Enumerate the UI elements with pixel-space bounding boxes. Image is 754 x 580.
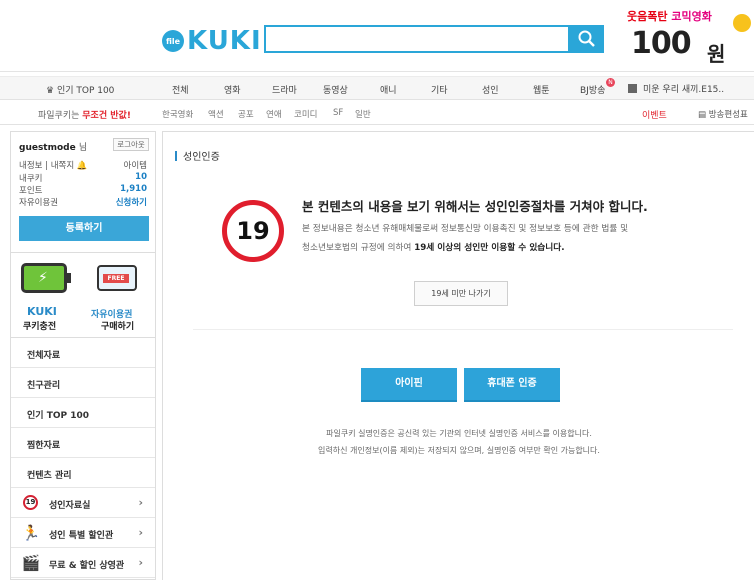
- promo-banner[interactable]: 웃음폭탄 코믹영화 100 원: [625, 6, 754, 70]
- sub-nav: 파일쿠키는 무조건 반값! 한국영화 액션 공포 연애 코미디 SF 일반 이벤…: [0, 101, 754, 125]
- register-button[interactable]: 등록하기: [19, 216, 149, 241]
- nav-item-anime[interactable]: 애니: [380, 83, 397, 96]
- news-ticker[interactable]: 미운 우리 새끼.E15..: [628, 82, 724, 95]
- menu-wishlist[interactable]: 찜한자료: [11, 428, 155, 458]
- nav-item-adult[interactable]: 성인: [482, 83, 499, 96]
- nav-item-all[interactable]: 전체: [172, 83, 189, 96]
- pass-apply-link[interactable]: 신청하기: [116, 196, 147, 208]
- pass-sub: 구매하기: [101, 322, 135, 332]
- menu-friends[interactable]: 친구관리: [11, 368, 155, 398]
- user-name: guestmode 님: [19, 143, 88, 153]
- main-nav: ♛ 인기 TOP 100 전체 영화 드라마 동영상 애니 기타 성인 웹툰 B…: [0, 76, 754, 100]
- genre-korean[interactable]: 한국영화: [162, 108, 193, 120]
- search-button[interactable]: [570, 25, 604, 53]
- main-content: 성인인증 19 본 컨텐츠의 내용을 보기 위해서는 성인인증절차를 거쳐야 합…: [162, 131, 754, 580]
- running-figure-icon: 🏃: [21, 524, 41, 542]
- phone-auth-button[interactable]: 휴대폰 인증: [464, 368, 560, 400]
- menu-top100[interactable]: 인기 TOP 100: [11, 398, 155, 428]
- logout-button[interactable]: 로그아웃: [113, 138, 149, 151]
- genre-action[interactable]: 액션: [208, 108, 224, 120]
- shortcut-box: ⚡ KUKI 쿠키충전 FREE 자유이용권 구매하기: [11, 252, 155, 338]
- nav-item-video[interactable]: 동영상: [323, 83, 348, 96]
- promo-line1-mid: 폭탄: [647, 10, 668, 23]
- menu-adult-discount[interactable]: 🏃 성인 특별 할인관 ›: [11, 518, 155, 548]
- genre-sf[interactable]: SF: [333, 108, 343, 118]
- sub-promo[interactable]: 파일쿠키는 무조건 반값!: [38, 108, 131, 121]
- menu-content-manage[interactable]: 컨텐츠 관리: [11, 458, 155, 488]
- nav-top100[interactable]: ♛ 인기 TOP 100: [46, 83, 114, 96]
- chevron-right-icon: ›: [138, 496, 143, 509]
- age-19-icon: 19: [222, 200, 284, 262]
- site-header: file KUKI 웃음폭탄 코믹영화 100 원: [0, 0, 754, 72]
- search-input[interactable]: [264, 25, 570, 53]
- nav-item-webtoon[interactable]: 웹툰: [533, 83, 550, 96]
- genre-comedy[interactable]: 코미디: [294, 108, 317, 120]
- notice-body: 본 정보내용은 청소년 유해매체물로써 정보통신망 이용촉진 및 정보보호 등에…: [302, 224, 629, 253]
- auth-note-1: 파일쿠키 실명인증은 공신력 있는 기관의 인터넷 실명인증 서비스를 이용합니…: [326, 429, 592, 438]
- charge-title: KUKI: [27, 305, 57, 318]
- broadcast-link[interactable]: ▤ 방송편성표: [698, 108, 748, 120]
- under19-exit-button[interactable]: 19세 미만 나가기: [414, 281, 508, 306]
- event-link[interactable]: 이벤트: [642, 108, 667, 121]
- menu-adult-room[interactable]: 19 성인자료실 ›: [11, 488, 155, 518]
- auth-note-2: 입력하신 개인정보(이름 제외)는 저장되지 않으며, 실명인증 여부만 확인 …: [318, 446, 600, 455]
- nav-item-etc[interactable]: 기타: [431, 83, 448, 96]
- bell-icon: 🔔: [76, 161, 88, 171]
- cookie-label: 내쿠키: [19, 174, 43, 184]
- genre-horror[interactable]: 공포: [238, 108, 254, 120]
- promo-line1-red: 웃음: [627, 10, 648, 23]
- sidebar: guestmode 님 로그아웃 내정보 | 내쪽지 🔔 아이템 내쿠키 10 …: [10, 131, 156, 580]
- divider: [193, 329, 733, 330]
- chevron-right-icon: ›: [138, 556, 143, 569]
- genre-romance[interactable]: 연애: [266, 108, 282, 120]
- chevron-right-icon: ›: [138, 526, 143, 539]
- logo-file-badge: file: [162, 30, 184, 52]
- new-badge: N: [606, 78, 615, 87]
- charge-sub: 쿠키충전: [23, 322, 57, 332]
- cookie-value: 10: [135, 172, 147, 182]
- genre-general[interactable]: 일반: [355, 108, 371, 120]
- logo-text: KUKI: [187, 26, 262, 56]
- site-logo[interactable]: file KUKI: [162, 26, 262, 56]
- clapperboard-icon: 🎬: [21, 554, 41, 572]
- smiley-icon: [733, 14, 751, 32]
- point-label: 포인트: [19, 186, 43, 196]
- promo-won: 원: [707, 42, 726, 66]
- nav-item-bj[interactable]: BJ방송: [580, 83, 605, 96]
- ipin-auth-button[interactable]: 아이핀: [361, 368, 457, 400]
- free-card-icon: FREE: [97, 265, 137, 291]
- pass-label: 자유이용권: [19, 198, 59, 208]
- notice-heading: 본 컨텐츠의 내용을 보기 위해서는 성인인증절차를 거쳐야 합니다.: [302, 199, 648, 214]
- promo-line1-pink: 코믹영화: [671, 10, 712, 23]
- nav-item-movie[interactable]: 영화: [224, 83, 241, 96]
- ticker-icon: [628, 84, 637, 93]
- adult-19-icon: 19: [23, 495, 38, 510]
- point-value: 1,910: [120, 184, 147, 194]
- search-icon: [578, 30, 595, 47]
- nav-item-drama[interactable]: 드라마: [272, 83, 297, 96]
- page-title: 성인인증: [175, 148, 220, 163]
- menu-free-cinema[interactable]: 🎬 무료 & 할인 상영관 ›: [11, 548, 155, 578]
- battery-icon: ⚡: [21, 263, 71, 293]
- menu-all-files[interactable]: 전체자료: [11, 338, 155, 368]
- promo-price: 100: [631, 26, 692, 61]
- mypage-links[interactable]: 내정보 | 내쪽지 🔔: [19, 159, 88, 171]
- item-link[interactable]: 아이템: [124, 159, 147, 171]
